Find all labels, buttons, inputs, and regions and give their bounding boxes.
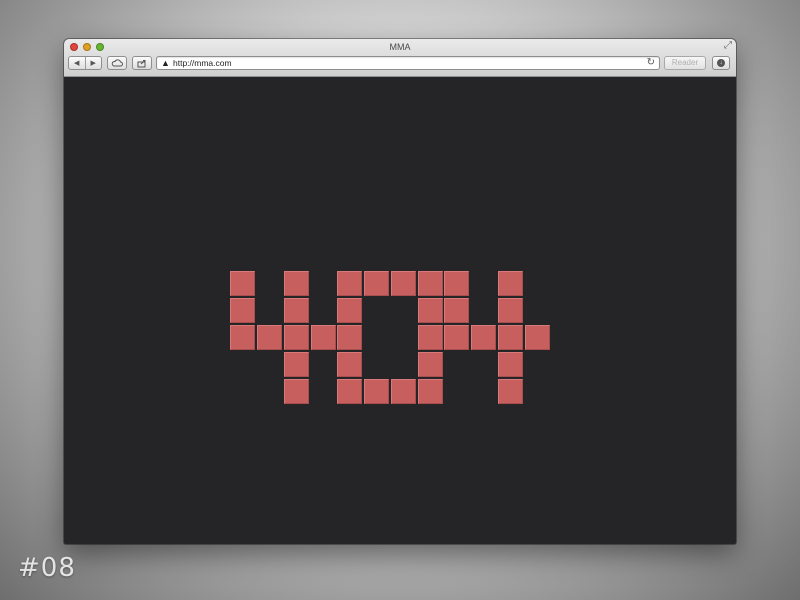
forward-button[interactable]: ▶ [84, 57, 102, 69]
url-text[interactable]: http://mma.com [173, 58, 232, 68]
error-pixel-tile [284, 325, 309, 350]
download-icon: ↓ [717, 59, 725, 67]
error-pixel-tile [257, 325, 282, 350]
error-pixel-tile [391, 271, 416, 296]
error-pixel-tile [444, 298, 469, 323]
downloads-button[interactable]: ↓ [712, 56, 730, 70]
error-pixel-tile [230, 298, 255, 323]
error-pixel-tile [337, 352, 362, 377]
error-pixel-tile [418, 379, 443, 404]
error-pixel-tile [418, 325, 443, 350]
icloud-tabs-button[interactable] [107, 56, 127, 70]
error-pixel-tile [391, 379, 416, 404]
reload-icon[interactable]: ↻ [647, 57, 655, 69]
error-pixel-tile [364, 271, 389, 296]
reader-button[interactable]: Reader [664, 56, 706, 70]
error-pixel-tile [498, 352, 523, 377]
shot-number-caption: #08 [18, 553, 76, 583]
error-pixel-tile [337, 379, 362, 404]
error-pixel-tile [498, 271, 523, 296]
error-pixel-tile [418, 271, 443, 296]
page-content [64, 77, 736, 544]
error-pixel-tile [284, 298, 309, 323]
browser-window: MMA ⤢ ◀ ▶ ▲ http://mma.com ↻ Reader ↓ [64, 39, 736, 544]
browser-toolbar: MMA ⤢ ◀ ▶ ▲ http://mma.com ↻ Reader ↓ [64, 39, 736, 77]
error-pixel-tile [418, 352, 443, 377]
error-pixel-tile [498, 379, 523, 404]
fullscreen-icon[interactable]: ⤢ [724, 41, 732, 51]
forward-arrow-icon: ▶ [90, 60, 96, 67]
error-pixel-tile [471, 325, 496, 350]
error-pixel-tile [230, 271, 255, 296]
window-title: MMA [389, 42, 411, 52]
error-pixel-tile [498, 325, 523, 350]
back-forward-control: ◀ ▶ [68, 56, 102, 70]
error-pixel-tile [444, 325, 469, 350]
error-pixel-tile [284, 352, 309, 377]
address-bar[interactable]: ▲ http://mma.com ↻ [156, 56, 660, 70]
error-pixel-tile [498, 298, 523, 323]
error-pixel-tile [284, 271, 309, 296]
error-pixel-tile [337, 298, 362, 323]
error-pixel-tile [364, 379, 389, 404]
error-pixel-tile [284, 379, 309, 404]
cloud-icon [111, 59, 123, 67]
error-pixel-tile [525, 325, 550, 350]
error-pixel-tile [230, 325, 255, 350]
error-pixel-tile [444, 271, 469, 296]
error-pixel-tile [337, 271, 362, 296]
back-button[interactable]: ◀ [69, 57, 85, 69]
share-icon [137, 59, 146, 67]
share-button[interactable] [132, 56, 152, 70]
back-arrow-icon: ◀ [74, 60, 80, 67]
error-404-display [230, 271, 550, 405]
error-pixel-tile [337, 325, 362, 350]
error-pixel-tile [311, 325, 336, 350]
site-favicon: ▲ [161, 58, 170, 68]
error-pixel-tile [418, 298, 443, 323]
